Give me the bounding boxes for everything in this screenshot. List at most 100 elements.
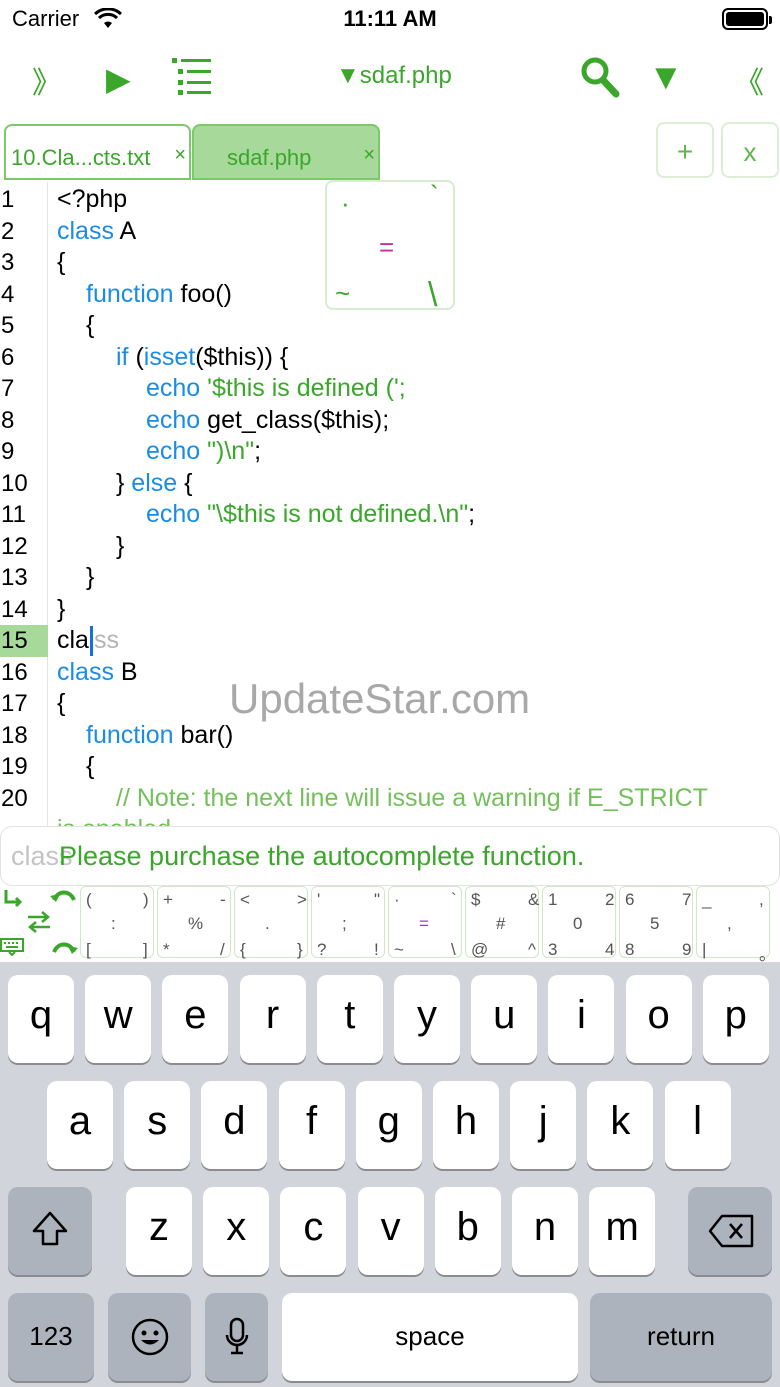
code-line: { (57, 689, 66, 717)
symbol-option[interactable]: \ (428, 276, 437, 315)
key-d[interactable]: d (201, 1081, 268, 1169)
symbol-glyph: / (220, 940, 225, 959)
symbol-glyph: ? (317, 940, 327, 959)
code-line: { (57, 248, 66, 276)
tab-sdaf-php[interactable]: sdaf.php × (192, 124, 380, 180)
shift-key[interactable] (8, 1187, 92, 1275)
collapse-right-button[interactable]: 《 (734, 58, 764, 102)
symbol-glyph: \ (451, 940, 456, 959)
tab-classes-txt[interactable]: 10.Cla...cts.txt × (4, 124, 191, 180)
line-number: 20 (1, 784, 28, 812)
line-number: 8 (1, 406, 15, 434)
purchase-message: Please purchase the autocomplete functio… (59, 841, 585, 871)
key-n[interactable]: n (512, 1187, 578, 1275)
add-tab-button[interactable]: + (656, 122, 714, 178)
symbol-option[interactable]: = (379, 232, 394, 263)
text-caret (89, 626, 93, 657)
symbol-glyph: ^ (528, 940, 536, 959)
tab-label: 10.Cla...cts.txt (11, 145, 151, 170)
symbol-option[interactable]: · (341, 188, 350, 219)
dictation-key[interactable] (205, 1293, 268, 1381)
key-p[interactable]: p (702, 975, 769, 1063)
line-number: 4 (1, 280, 15, 308)
backspace-key[interactable] (688, 1187, 772, 1275)
symbol-key[interactable]: 6 7 58 9 (619, 886, 693, 959)
filter-dropdown-icon[interactable]: ▼ (648, 56, 684, 98)
keyboard-icon[interactable] (0, 938, 24, 961)
symbol-key[interactable]: · ` = ~ \ (388, 886, 462, 959)
tab-close-icon[interactable]: × (363, 144, 375, 167)
symbol-popup: · ` = ~ \ (325, 180, 455, 314)
file-title-dropdown[interactable]: ▼sdaf.php (336, 62, 452, 90)
close-icon: x (743, 137, 757, 167)
symbol-key[interactable]: _,, |。 (696, 886, 776, 964)
run-button[interactable]: ▶ (106, 60, 131, 98)
space-key[interactable]: space (282, 1293, 578, 1381)
key-q[interactable]: q (8, 975, 74, 1063)
redo-icon[interactable] (50, 934, 78, 963)
key-z[interactable]: z (126, 1187, 192, 1275)
expand-left-button[interactable]: 》 (32, 58, 62, 102)
key-g[interactable]: g (355, 1081, 422, 1169)
return-key[interactable]: return (590, 1293, 772, 1381)
swap-icon[interactable] (26, 910, 52, 939)
symbol-glyph: } (297, 940, 303, 959)
emoji-key[interactable] (108, 1293, 191, 1381)
line-number: 17 (1, 690, 28, 717)
key-t[interactable]: t (316, 975, 383, 1063)
key-r[interactable]: r (239, 975, 306, 1063)
key-a[interactable]: a (47, 1081, 113, 1169)
line-number: 3 (1, 249, 15, 276)
autocomplete-banner[interactable]: class Please purchase the autocomplete f… (0, 826, 780, 886)
symbol-key[interactable]: 1 2 03 4 (542, 886, 616, 959)
key-m[interactable]: m (589, 1187, 656, 1275)
symbol-key[interactable]: ' ";?! (311, 886, 385, 959)
key-w[interactable]: w (85, 975, 152, 1063)
symbol-option[interactable]: ` (430, 180, 439, 211)
numbers-key[interactable]: 123 (8, 1293, 94, 1381)
key-b[interactable]: b (434, 1187, 501, 1275)
key-j[interactable]: j (510, 1081, 577, 1169)
microphone-icon (225, 1317, 249, 1367)
symbol-glyph: " (374, 890, 381, 909)
key-f[interactable]: f (278, 1081, 345, 1169)
key-i[interactable]: i (548, 975, 615, 1063)
key-c[interactable]: c (280, 1187, 347, 1275)
symbol-key[interactable]: + -% * / (157, 886, 231, 959)
key-e[interactable]: e (162, 975, 229, 1063)
key-u[interactable]: u (471, 975, 538, 1063)
code-line: function bar() (86, 720, 234, 749)
key-s[interactable]: s (124, 1081, 191, 1169)
symbol-key[interactable]: (): [] (80, 886, 154, 959)
code-comment-line: // Note: the next line will issue a warn… (116, 783, 708, 812)
code-line: echo ")\n"; (146, 437, 262, 465)
ios-keyboard: qwertyuiop asdfghjkl zxcvbnm 123 space r… (0, 962, 780, 1387)
key-k[interactable]: k (587, 1081, 654, 1169)
symbol-key[interactable]: < >. {} (234, 886, 308, 959)
shift-icon (30, 1209, 70, 1259)
symbol-glyph: ~ (394, 940, 404, 959)
line-number: 2 (1, 217, 15, 245)
indent-icon[interactable] (2, 888, 24, 915)
code-line: echo '$this is defined ('; (146, 374, 406, 402)
battery-icon (722, 8, 772, 30)
outline-list-icon[interactable] (172, 56, 214, 101)
key-l[interactable]: l (664, 1081, 731, 1169)
symbol-option[interactable]: ~ (335, 278, 350, 309)
key-v[interactable]: v (357, 1187, 424, 1275)
line-number: 6 (1, 343, 15, 371)
code-line: } (57, 594, 66, 623)
close-all-button[interactable]: x (721, 122, 779, 178)
symbol-glyph: { (240, 940, 246, 959)
tab-close-icon[interactable]: × (174, 144, 186, 167)
symbol-key[interactable]: $ & # @ ^ (465, 886, 539, 959)
key-h[interactable]: h (433, 1081, 499, 1169)
symbol-glyph: | (702, 940, 707, 959)
current-code-line: cla ss (57, 625, 119, 657)
symbol-key-row: (): [] + -% * / < >. {} ' ";?! · ` = ~ \ $ & # @ ^ 1 2 0 3 4 6 7 5 8 9… (0, 886, 780, 964)
key-o[interactable]: o (625, 975, 692, 1063)
key-x[interactable]: x (203, 1187, 270, 1275)
key-y[interactable]: y (394, 975, 460, 1063)
undo-icon[interactable] (50, 888, 78, 917)
search-icon[interactable] (580, 56, 620, 103)
